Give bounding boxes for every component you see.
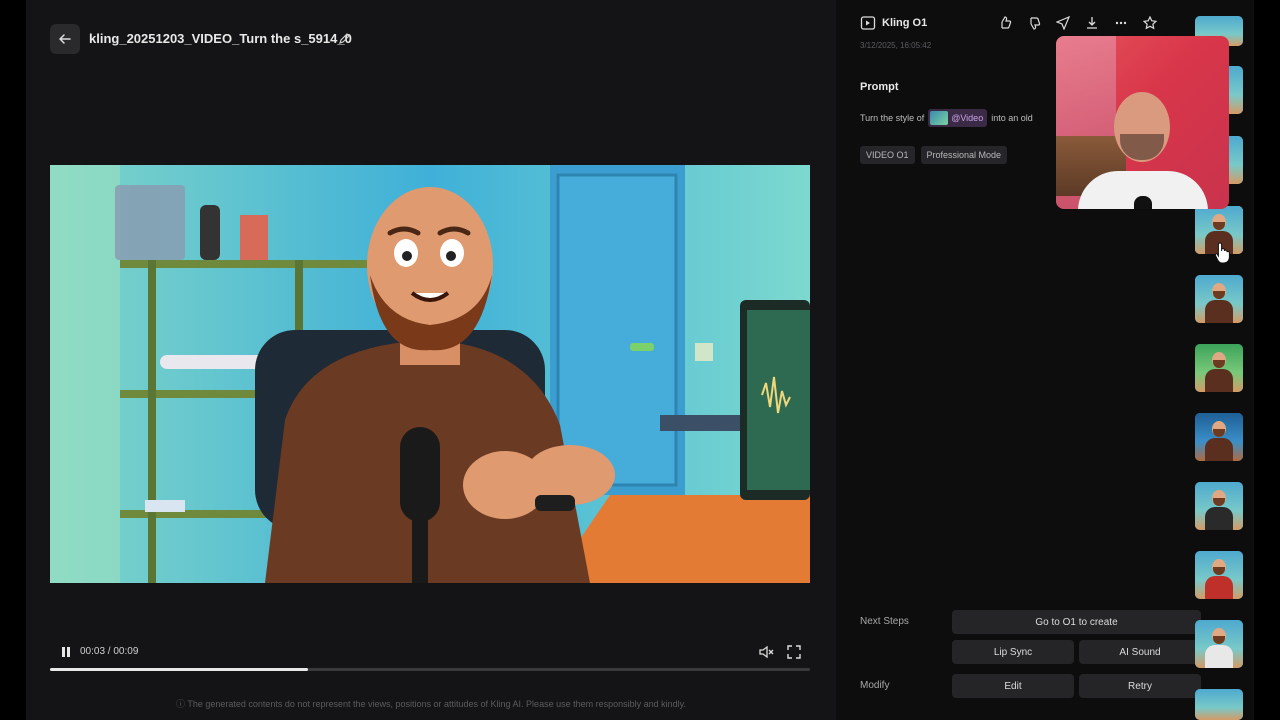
timestamp: 3/12/2025, 16:05:42 [860, 41, 932, 50]
tag-mode: Professional Mode [920, 146, 1008, 164]
timecode: 00:03 / 00:09 [80, 646, 139, 657]
tag-list: VIDEO O1 Professional Mode [860, 146, 1008, 164]
prompt-prefix: Turn the style of [860, 113, 925, 123]
history-thumbnail[interactable] [1195, 482, 1243, 530]
video-frame [50, 165, 810, 583]
action-toolbar [996, 14, 1159, 32]
webcam-overlay [1056, 36, 1229, 209]
hand-cursor-icon [1214, 242, 1230, 264]
go-to-o1-button[interactable]: Go to O1 to create [952, 610, 1201, 634]
modify-label: Modify [860, 680, 890, 691]
video-reference-label: @Video [951, 113, 984, 123]
history-thumbnail[interactable] [1195, 413, 1243, 461]
thumbs-down-icon[interactable] [1025, 14, 1043, 32]
history-thumbnail[interactable] [1195, 620, 1243, 668]
arrow-left-icon [59, 34, 71, 44]
video-thumbnail [930, 111, 949, 125]
fullscreen-icon[interactable] [786, 644, 802, 660]
retry-button[interactable]: Retry [1079, 674, 1201, 698]
history-thumbnail[interactable] [1195, 275, 1243, 323]
history-thumbnail[interactable] [1195, 689, 1243, 720]
progress-fill [50, 668, 309, 671]
download-icon[interactable] [1083, 14, 1101, 32]
model-name: Kling O1 [882, 17, 928, 29]
prompt-text: Turn the style of @Video into an old [860, 109, 1033, 127]
pause-icon[interactable] [60, 646, 72, 658]
video-viewer: kling_20251203_VIDEO_Turn the s_5914_0 0… [26, 0, 836, 720]
more-icon[interactable] [1112, 14, 1130, 32]
pencil-icon[interactable] [338, 31, 352, 45]
file-title: kling_20251203_VIDEO_Turn the s_5914_0 [89, 31, 352, 46]
video-model-icon [860, 16, 876, 30]
prompt-label: Prompt [860, 81, 899, 93]
mute-icon[interactable] [758, 644, 774, 660]
next-steps-label: Next Steps [860, 616, 909, 627]
tag-model: VIDEO O1 [860, 146, 915, 164]
thumbs-up-icon[interactable] [996, 14, 1014, 32]
back-button[interactable] [50, 24, 80, 54]
lip-sync-button[interactable]: Lip Sync [952, 640, 1074, 664]
disclaimer: ⓘ The generated contents do not represen… [176, 699, 686, 709]
progress-bar[interactable] [50, 668, 810, 671]
ai-sound-button[interactable]: AI Sound [1079, 640, 1201, 664]
history-thumbnail[interactable] [1195, 344, 1243, 392]
prompt-suffix: into an old [991, 113, 1033, 123]
video-reference-chip[interactable]: @Video [928, 109, 988, 127]
edit-button[interactable]: Edit [952, 674, 1074, 698]
video-player[interactable] [50, 165, 810, 583]
history-thumbnail[interactable] [1195, 551, 1243, 599]
star-icon[interactable] [1141, 14, 1159, 32]
send-icon[interactable] [1054, 14, 1072, 32]
